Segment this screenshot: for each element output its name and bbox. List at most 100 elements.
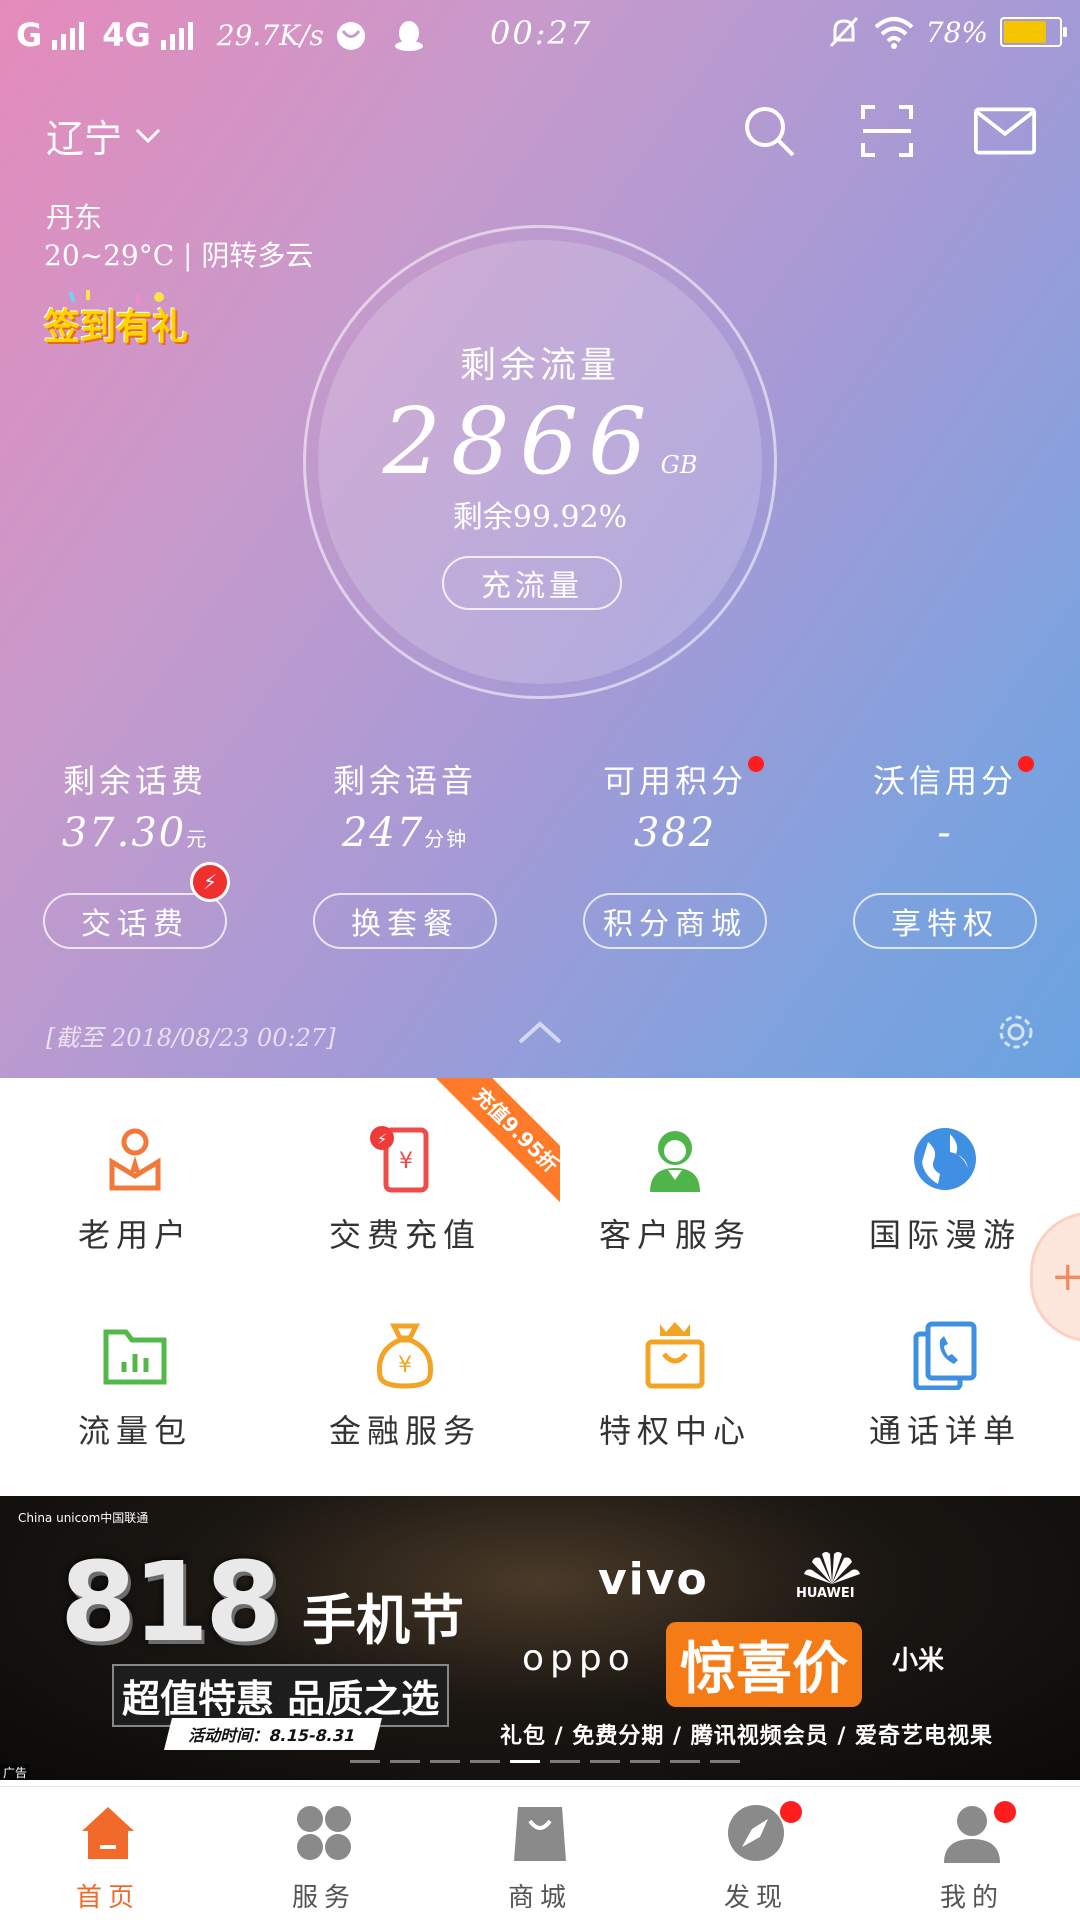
svg-text:¥: ¥ (398, 1353, 412, 1378)
notification-dot (994, 1801, 1016, 1823)
battery-icon (1000, 17, 1067, 47)
lightning-badge-icon: ⚡ (190, 862, 230, 902)
notification-dot (1018, 756, 1034, 772)
signal-icon-2 (160, 20, 193, 50)
folder-chart-icon (103, 1329, 167, 1385)
service-finance[interactable]: ¥ 金融服务 (270, 1320, 540, 1452)
service-customer-service[interactable]: 客户服务 (540, 1124, 810, 1256)
service-old-user[interactable]: 老用户 (0, 1124, 270, 1256)
app-notification-icon (336, 22, 365, 50)
tab-label: 商城 (507, 1883, 572, 1913)
mute-bell-icon (829, 16, 858, 48)
update-timestamp: [截至 2018/08/23 00:27] (46, 1024, 336, 1052)
pay-phone-bill-button[interactable]: 交话费 (43, 893, 227, 949)
promo-ribbon: 充值9.95折 (420, 1078, 560, 1218)
status-bar: G 4G 29.7K/s 00:27 78% (0, 0, 1080, 72)
gear-icon[interactable] (996, 1012, 1036, 1052)
stat-label: 沃信用分 (872, 762, 1017, 800)
scan-icon (861, 105, 913, 157)
province-selector[interactable]: 辽宁 (46, 108, 162, 163)
compass-icon (728, 1805, 784, 1861)
stat-credit-score[interactable]: 沃信用分 - (810, 756, 1080, 856)
globe-icon (914, 1128, 976, 1190)
account-summary-panel: G 4G 29.7K/s 00:27 78% 辽宁 丹东 20~29°C | 阴… (0, 0, 1080, 1078)
service-label: 特权中心 (598, 1412, 751, 1450)
search-button[interactable] (738, 100, 800, 162)
envelope-icon (974, 107, 1036, 155)
user-badge-icon (109, 1128, 161, 1191)
city-label: 丹东 (46, 201, 103, 234)
service-label: 客户服务 (598, 1216, 751, 1254)
home-icon (82, 1807, 134, 1859)
data-unit: GB (660, 451, 698, 479)
data-remaining-percent: 剩余99.92% (452, 500, 628, 535)
data-remaining-label: 剩余流量 (459, 345, 620, 386)
service-roaming[interactable]: 国际漫游 (810, 1124, 1080, 1256)
banner-headline-text: 手机节 (302, 1589, 464, 1652)
ad-label: 广告 (0, 1764, 31, 1780)
service-call-detail[interactable]: 通话详单 (810, 1320, 1080, 1452)
battery-percent: 78% (925, 15, 988, 49)
privileges-button[interactable]: 享特权 (853, 893, 1037, 949)
stat-label: 剩余话费 (62, 762, 207, 800)
wifi-icon (874, 17, 914, 49)
stat-value: 37.30 (61, 810, 187, 856)
top-up-data-button[interactable]: 充流量 (442, 556, 622, 610)
plus-icon: + (1051, 1254, 1080, 1300)
service-data-pack[interactable]: 流量包 (0, 1320, 270, 1452)
service-label: 金融服务 (328, 1412, 481, 1450)
tab-profile[interactable]: 我的 (864, 1801, 1080, 1914)
crown-bag-icon (645, 1322, 705, 1389)
carrier-label: G (16, 16, 43, 54)
qq-icon (394, 21, 423, 51)
change-plan-button[interactable]: 换套餐 (313, 893, 497, 949)
collapse-chevron-icon[interactable] (516, 1020, 564, 1046)
banner-perks: 礼包 / 免费分期 / 腾讯视频会员 / 爱奇艺电视果 (500, 1724, 994, 1749)
stat-value: 382 (633, 810, 717, 856)
data-usage-circle: 剩余流量 2866 GB 剩余99.92% 充流量 (303, 225, 777, 699)
network-label: 4G (102, 16, 151, 54)
brand-vivo: vivo (598, 1554, 709, 1605)
tab-shop[interactable]: 商城 (432, 1801, 648, 1914)
stat-label: 可用积分 (602, 762, 747, 800)
promo-banner[interactable]: China unicom中国联通 818 手机节 超值特惠 品质之选 活动时间：… (0, 1496, 1080, 1780)
svg-text:¥: ¥ (399, 1149, 413, 1174)
tab-label: 服务 (291, 1883, 356, 1913)
brand-huawei: HUAWEI (796, 1586, 855, 1601)
province-label: 辽宁 (46, 117, 123, 161)
stat-unit: 分钟 (424, 827, 469, 851)
service-label: 流量包 (77, 1412, 192, 1450)
tab-services[interactable]: 服务 (216, 1801, 432, 1914)
stat-value: 247 (341, 810, 425, 856)
stat-unit: 元 (186, 827, 209, 851)
service-label: 通话详单 (868, 1412, 1021, 1450)
huawei-logo-icon (804, 1552, 860, 1584)
stat-label: 剩余语音 (332, 762, 477, 800)
tab-discover[interactable]: 发现 (648, 1801, 864, 1914)
scan-button[interactable] (856, 100, 918, 162)
money-bag-icon: ¥ (376, 1323, 434, 1389)
services-icon (297, 1806, 351, 1860)
stat-points[interactable]: 可用积分 382 (540, 756, 810, 856)
banner-headline-number: 818 (60, 1538, 282, 1666)
tab-label: 发现 (723, 1883, 788, 1913)
tab-home[interactable]: 首页 (0, 1801, 216, 1914)
points-mall-button[interactable]: 积分商城 (583, 893, 767, 949)
svg-text:⚡: ⚡ (377, 1132, 387, 1148)
promo-ribbon-label: 充值9.95折 (424, 1078, 560, 1218)
signin-reward-button[interactable]: 签到有礼 (44, 298, 188, 350)
brand-oppo: oppo (522, 1638, 636, 1679)
shop-bag-icon (514, 1807, 566, 1861)
tab-label: 我的 (939, 1883, 1004, 1913)
banner-price-tag: 惊喜价 (666, 1622, 862, 1707)
banner-date: 活动时间：8.15-8.31 (164, 1718, 382, 1750)
service-privilege-center[interactable]: 特权中心 (540, 1320, 810, 1452)
bottom-tab-bar: 首页 服务 商城 发现 我的 (0, 1786, 1080, 1920)
notification-dot (780, 1801, 802, 1823)
stat-voice[interactable]: 剩余语音 247分钟 (270, 756, 540, 856)
stat-value: - (937, 810, 953, 856)
network-speed: 29.7K/s (216, 18, 324, 52)
messages-button[interactable] (974, 100, 1036, 162)
stat-balance[interactable]: 剩余话费 37.30元 (0, 756, 270, 856)
chevron-down-icon (135, 128, 161, 143)
